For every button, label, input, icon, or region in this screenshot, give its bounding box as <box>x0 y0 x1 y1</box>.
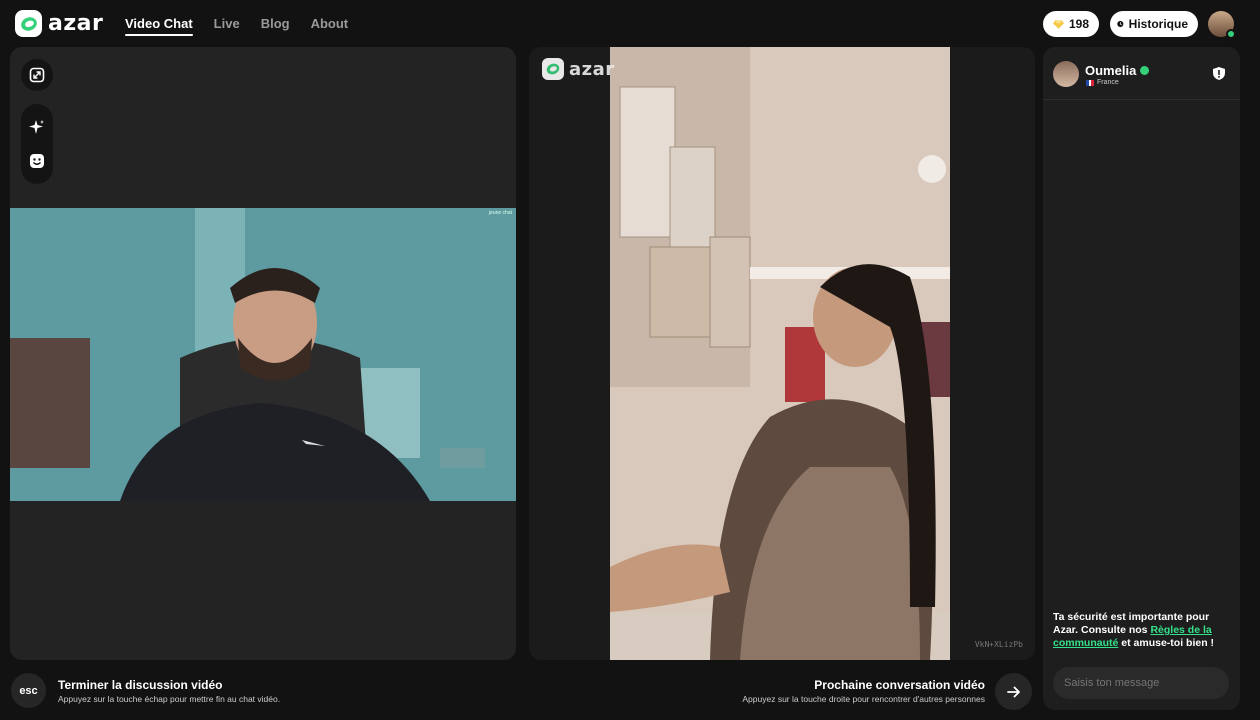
message-input[interactable] <box>1053 667 1229 699</box>
history-button[interactable]: Historique <box>1110 11 1198 37</box>
top-bar: azar Video Chat Live Blog About 198 Hist… <box>0 0 1260 46</box>
remote-video-panel: azar VkN+XLizPb <box>529 47 1035 660</box>
azar-watermark-text: azar <box>569 58 615 80</box>
end-chat-subtitle: Appuyez sur la touche échap pour mettre … <box>58 694 281 704</box>
next-chat-title: Prochaine conversation vidéo <box>814 678 985 692</box>
local-video-panel: jeune chat <box>10 47 516 660</box>
gems-button[interactable]: 198 <box>1043 11 1099 37</box>
remote-camera-feed <box>610 47 950 660</box>
sparkle-icon[interactable] <box>29 119 45 135</box>
nav-live[interactable]: Live <box>214 16 240 31</box>
history-label: Historique <box>1128 17 1188 31</box>
peer-avatar[interactable] <box>1053 61 1079 87</box>
safety-notice: Ta sécurité est importante pour Azar. Co… <box>1053 611 1233 650</box>
end-chat-title: Terminer la discussion vidéo <box>58 678 223 692</box>
azar-watermark-icon <box>542 58 564 80</box>
session-id: VkN+XLizPb <box>974 640 1023 649</box>
nav-video-chat[interactable]: Video Chat <box>125 16 193 36</box>
online-status-dot <box>1226 29 1236 39</box>
nav-blog[interactable]: Blog <box>261 16 290 31</box>
france-flag-icon <box>1086 79 1095 86</box>
expand-button[interactable] <box>21 59 53 91</box>
local-camera-image <box>10 208 516 501</box>
azar-logo-icon <box>15 10 42 37</box>
face-filter-icon[interactable] <box>29 153 45 169</box>
effects-toolbar <box>21 104 53 184</box>
peer-name-row: Oumelia <box>1085 63 1150 78</box>
next-chat-subtitle: Appuyez sur la touche droite pour rencon… <box>742 694 985 704</box>
next-chat-button[interactable] <box>995 673 1032 710</box>
azar-logo-text: azar <box>48 11 104 36</box>
expand-icon <box>29 67 45 83</box>
azar-logo[interactable]: azar <box>15 10 103 37</box>
local-camera-feed: jeune chat <box>10 208 516 501</box>
local-watermark: jeune chat <box>488 210 512 216</box>
main-nav: Video Chat Live Blog About <box>125 16 349 36</box>
peer-header: Oumelia France <box>1043 47 1240 100</box>
end-chat-button[interactable]: esc <box>11 673 46 708</box>
clock-icon <box>1117 20 1124 28</box>
esc-key-label: esc <box>19 684 38 697</box>
verified-badge-icon <box>1140 66 1150 75</box>
peer-country: France <box>1097 79 1119 86</box>
peer-country-row: France <box>1086 79 1119 86</box>
remote-azar-watermark: azar <box>542 58 615 80</box>
gem-icon <box>1053 19 1064 29</box>
nav-about[interactable]: About <box>311 16 349 31</box>
remote-camera-image <box>610 47 950 660</box>
report-shield-icon[interactable] <box>1213 67 1225 80</box>
chat-panel: Oumelia France Ta sécurité est important… <box>1043 47 1240 710</box>
arrow-right-icon <box>1006 686 1020 697</box>
safety-text-suffix: et amuse-toi bien ! <box>1118 637 1215 649</box>
user-avatar[interactable] <box>1208 11 1236 39</box>
peer-name: Oumelia <box>1085 63 1137 78</box>
gems-count: 198 <box>1068 17 1089 31</box>
